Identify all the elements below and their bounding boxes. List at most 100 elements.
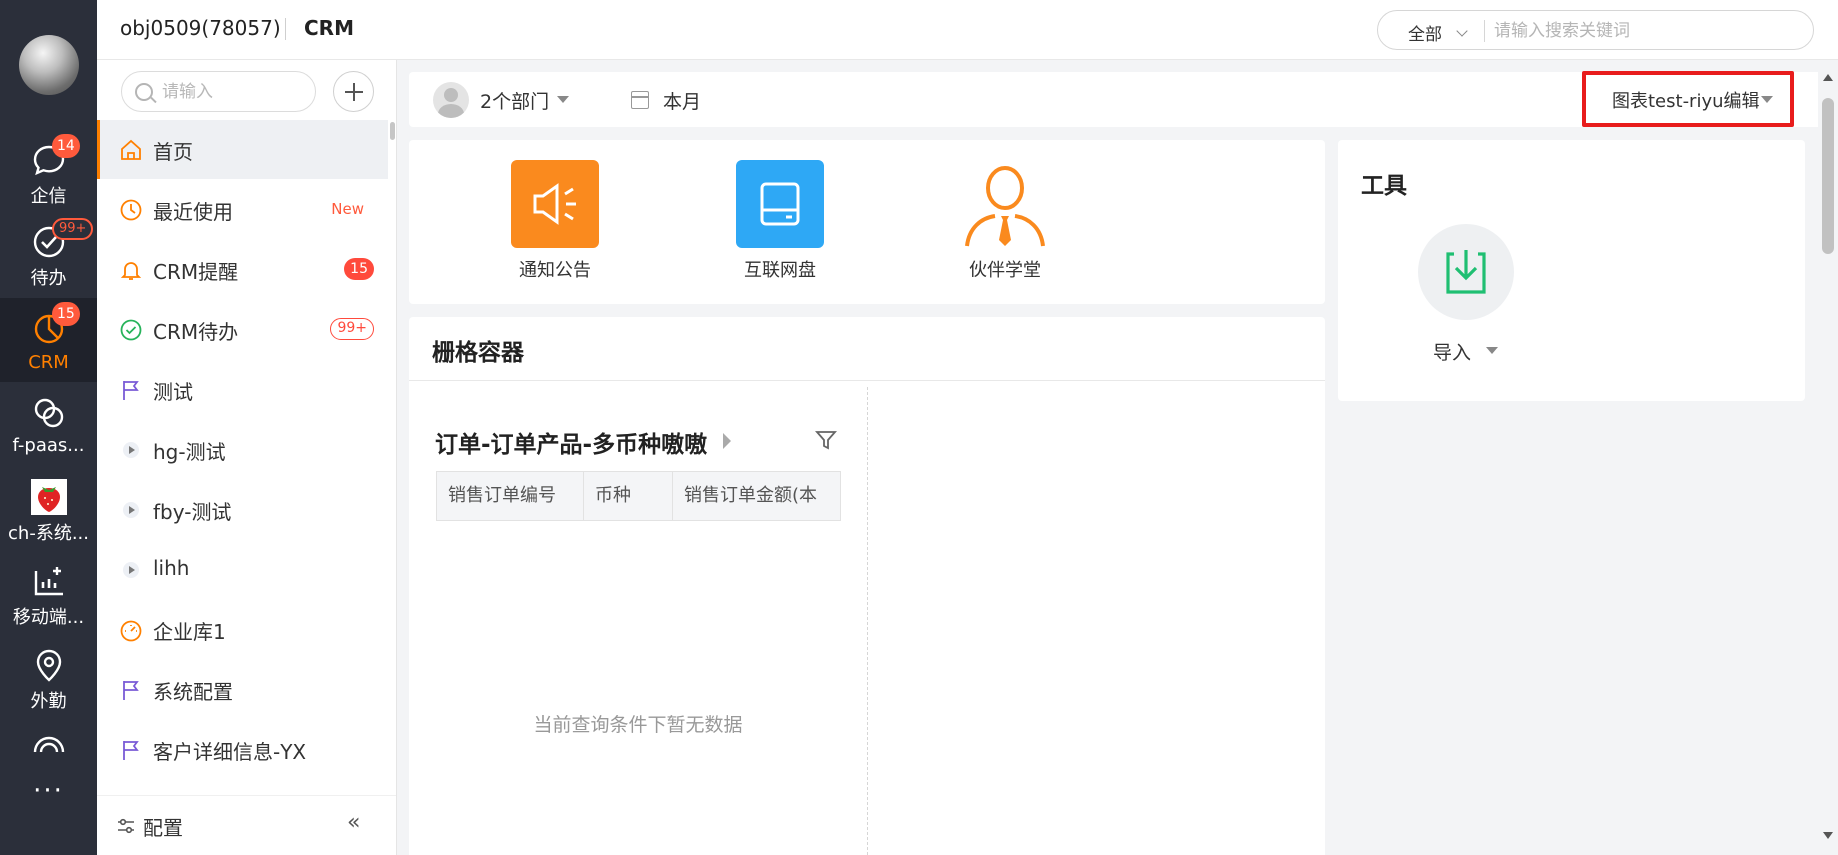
menu-scrollbar[interactable]: [390, 122, 395, 140]
notice-tile: [511, 160, 599, 248]
rail-item-todo[interactable]: 99+ 待办: [0, 212, 97, 292]
add-menu-button[interactable]: [333, 71, 374, 112]
rail-label: ch-系统...: [8, 523, 89, 544]
menu-item-test[interactable]: 测试: [97, 360, 388, 419]
caret-down-icon[interactable]: [1486, 347, 1498, 354]
menu-item-enterprise-lib[interactable]: 企业库1: [97, 600, 388, 659]
menu-item-label: CRM待办: [153, 320, 239, 344]
menu-item-crm-remind[interactable]: CRM提醒 15: [97, 240, 388, 299]
crm-menu: 首页 最近使用 New CRM提醒 15 CRM待办 99+ 测试 hg-测试 …: [97, 60, 397, 855]
rail-badge: 14: [52, 134, 80, 158]
rail-item-crm[interactable]: 15 CRM: [0, 298, 97, 382]
menu-item-hg-test[interactable]: hg-测试: [97, 420, 388, 479]
menu-item-fby-test[interactable]: fby-测试: [97, 480, 388, 539]
overlap-circles-icon: [34, 398, 64, 428]
rail-label: 外勤: [30, 691, 67, 712]
column-header[interactable]: 币种: [584, 472, 673, 520]
menu-item-label: 测试: [153, 380, 193, 404]
check-circle-icon: [120, 319, 142, 341]
app-notice[interactable]: 通知公告: [480, 160, 630, 282]
menu-item-label: 首页: [153, 140, 193, 164]
bar-chart-add-icon: [34, 567, 63, 596]
calendar-icon: [631, 91, 649, 109]
period-filter[interactable]: 本月: [663, 87, 701, 114]
global-search: 全部: [1377, 10, 1814, 50]
chevron-down-icon[interactable]: [1456, 25, 1468, 37]
gauge-icon: [120, 620, 142, 642]
expand-arrow-icon: [123, 442, 139, 458]
app-label: 伙伴学堂: [969, 260, 1041, 281]
flag-icon: [123, 381, 139, 400]
new-tag: New: [331, 200, 364, 218]
app-rail: 14 企信 99+ 待办 15 CRM f-paas... ch-系统... 移…: [0, 0, 97, 855]
app-shortcuts-card: 通知公告 互联网盘 伙伴学堂: [409, 140, 1325, 304]
megaphone-icon: [533, 183, 576, 225]
count-badge: 15: [344, 258, 374, 280]
menu-item-lihh[interactable]: lihh: [97, 540, 388, 599]
rail-item-mobile[interactable]: 移动端...: [0, 551, 97, 631]
divider: [409, 380, 1325, 381]
sliders-icon: [118, 818, 134, 834]
scroll-thumb[interactable]: [1822, 98, 1834, 254]
rail-item-qixin[interactable]: 14 企信: [0, 130, 97, 210]
report-title[interactable]: 订单-订单产品-多币种嗷嗷: [435, 425, 707, 459]
grid-title: 栅格容器: [432, 340, 524, 366]
person-tie-icon: [965, 166, 1045, 247]
dashboard-name: 图表test-riyu编辑: [1612, 91, 1760, 112]
signal-icon[interactable]: [31, 734, 67, 752]
menu-item-sys-config[interactable]: 系统配置: [97, 660, 388, 719]
column-header[interactable]: 销售订单金额(本: [673, 472, 840, 520]
menu-item-home[interactable]: 首页: [97, 120, 388, 179]
dept-filter[interactable]: 2个部门: [480, 87, 549, 114]
column-header[interactable]: 销售订单编号: [437, 472, 584, 520]
report-table-header: 销售订单编号 币种 销售订单金额(本: [436, 471, 841, 521]
menu-item-label: lihh: [153, 556, 190, 580]
chevron-right-icon[interactable]: [723, 433, 731, 449]
import-label[interactable]: 导入: [1433, 338, 1471, 365]
menu-item-customer-detail[interactable]: 客户详细信息-YX: [97, 720, 388, 779]
scroll-down-icon[interactable]: [1823, 832, 1833, 839]
menu-item-label: fby-测试: [153, 500, 232, 524]
search-scope-select[interactable]: 全部: [1408, 20, 1442, 45]
collapse-menu-icon[interactable]: «: [347, 810, 360, 835]
app-netdisk[interactable]: 互联网盘: [705, 160, 855, 282]
expand-arrow-icon: [123, 502, 139, 518]
rail-badge: 99+: [52, 218, 94, 240]
tools-title: 工具: [1361, 173, 1407, 199]
global-search-input[interactable]: [1494, 17, 1794, 45]
dashboard-edit-dropdown[interactable]: 图表test-riyu编辑: [1582, 71, 1794, 127]
clock-icon: [120, 199, 142, 221]
rail-item-fpaas[interactable]: f-paas...: [0, 383, 97, 463]
filter-icon[interactable]: [815, 429, 837, 451]
app-title: CRM: [304, 16, 354, 40]
caret-down-icon: [1761, 96, 1773, 103]
partner-tile: [961, 160, 1049, 248]
header-divider: [285, 18, 286, 40]
flag-icon: [123, 741, 139, 760]
tenant-name[interactable]: obj0509(78057): [120, 16, 281, 40]
app-partner-school[interactable]: 伙伴学堂: [930, 160, 1080, 282]
scroll-up-icon[interactable]: [1823, 74, 1833, 81]
more-icon[interactable]: ···: [0, 776, 97, 806]
menu-item-crm-todo[interactable]: CRM待办 99+: [97, 300, 388, 359]
menu-item-label: CRM提醒: [153, 260, 239, 284]
config-button[interactable]: 配置: [143, 812, 183, 841]
user-avatar[interactable]: [19, 35, 79, 95]
bell-icon: [120, 262, 142, 280]
dashboard-filter-bar: 2个部门 本月 图表test-riyu编辑: [409, 71, 1825, 127]
tools-card: 工具 导入: [1338, 140, 1805, 401]
menu-search-input[interactable]: [162, 80, 302, 104]
top-header: obj0509(78057) CRM 全部: [97, 0, 1838, 60]
page-scrollbar[interactable]: [1818, 60, 1838, 855]
rail-item-field[interactable]: 外勤: [0, 635, 97, 715]
menu-item-label: hg-测试: [153, 440, 226, 464]
menu-item-recent[interactable]: 最近使用 New: [97, 180, 388, 239]
menu-item-label: 系统配置: [153, 680, 233, 704]
caret-down-icon[interactable]: [557, 96, 569, 103]
rail-label: 待办: [30, 268, 67, 289]
import-button[interactable]: [1418, 224, 1514, 320]
rail-badge: 15: [52, 302, 80, 326]
rail-item-ch-system[interactable]: ch-系统...: [0, 467, 97, 547]
hard-drive-icon: [760, 182, 800, 226]
search-icon: [135, 83, 153, 101]
